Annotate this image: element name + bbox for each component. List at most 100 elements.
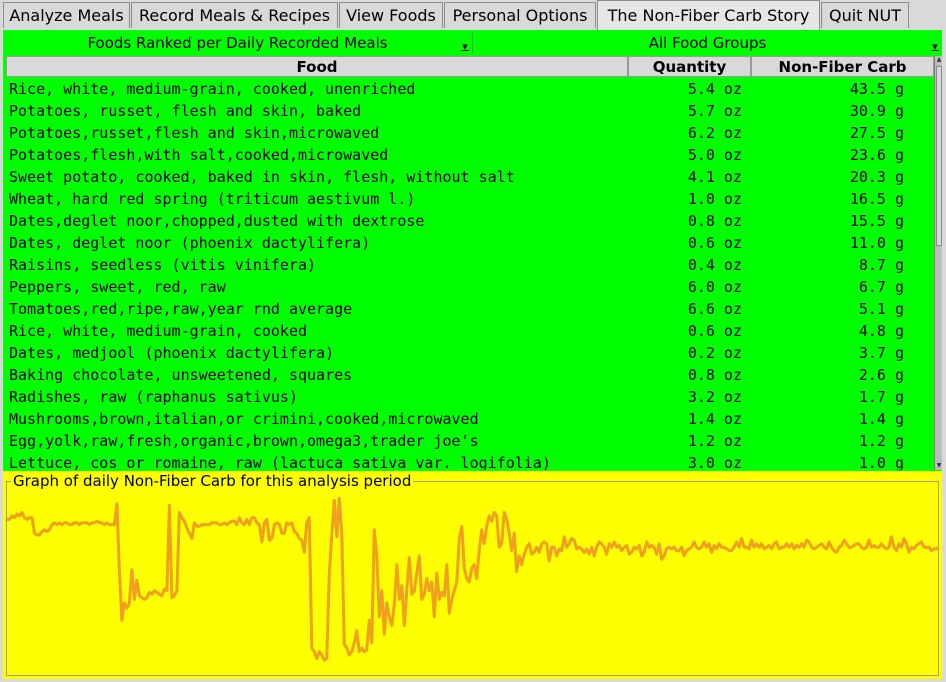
tab-label: Personal Options [452, 6, 588, 25]
food-table-body[interactable]: Rice, white, medium-grain, cooked, unenr… [6, 78, 934, 470]
carb-cell: 27.5 g [849, 124, 904, 142]
tab-view-foods[interactable]: View Foods [339, 2, 443, 28]
tab-analyze-meals[interactable]: Analyze Meals [3, 2, 130, 28]
table-row[interactable]: Radishes, raw (raphanus sativus) 3.2 oz 1.… [6, 386, 934, 408]
carb-cell: 1.7 g [858, 388, 904, 406]
quantity-cell: 4.1 oz [687, 168, 742, 186]
carb-cell: 11.0 g [849, 234, 904, 252]
food-ranking-panel: Foods Ranked per Daily Recorded Meals ▼ … [3, 30, 942, 471]
food-name-cell: Tomatoes,red,ripe,raw,year rnd average [9, 300, 353, 318]
food-name-cell: Mushrooms,brown,italian,or crimini,cooke… [9, 410, 479, 428]
table-row[interactable]: Rice, white, medium-grain, cooked 0.6 oz 4… [6, 320, 934, 342]
tab-non-fiber-carb-story[interactable]: The Non-Fiber Carb Story [597, 0, 820, 30]
table-row[interactable]: Sweet potato, cooked, baked in skin, fle… [6, 166, 934, 188]
quantity-cell: 6.6 oz [687, 300, 742, 318]
carb-line-graph [7, 497, 940, 662]
carb-cell: 4.8 g [858, 322, 904, 340]
quantity-cell: 5.0 oz [687, 146, 742, 164]
carb-cell: 3.7 g [858, 344, 904, 362]
carb-cell: 16.5 g [849, 190, 904, 208]
quantity-cell: 3.2 oz [687, 388, 742, 406]
tab-label: View Foods [346, 6, 436, 25]
carb-cell: 8.7 g [858, 256, 904, 274]
food-name-cell: Radishes, raw (raphanus sativus) [9, 388, 298, 406]
carb-cell: 43.5 g [849, 80, 904, 98]
carb-cell: 1.4 g [858, 410, 904, 428]
food-name-cell: Lettuce, cos or romaine, raw (lactuca sa… [9, 454, 551, 470]
table-row[interactable]: Potatoes,flesh,with salt,cooked,microwav… [6, 144, 934, 166]
table-row[interactable]: Lettuce, cos or romaine, raw (lactuca sa… [6, 452, 934, 470]
column-header-quantity[interactable]: Quantity [628, 56, 751, 77]
food-name-cell: Peppers, sweet, red, raw [9, 278, 226, 296]
table-row[interactable]: Potatoes, russet, flesh and skin, baked 5… [6, 100, 934, 122]
chevron-down-icon: ▼ [461, 43, 469, 51]
food-name-cell: Egg,yolk,raw,fresh,organic,brown,omega3,… [9, 432, 479, 450]
quantity-cell: 5.4 oz [687, 80, 742, 98]
table-row[interactable]: Rice, white, medium-grain, cooked, unenr… [6, 78, 934, 100]
quantity-cell: 0.6 oz [687, 322, 742, 340]
table-row[interactable]: Mushrooms,brown,italian,or crimini,cooke… [6, 408, 934, 430]
table-row[interactable]: Potatoes,russet,flesh and skin,microwave… [6, 122, 934, 144]
quantity-cell: 0.4 oz [687, 256, 742, 274]
carb-cell: 6.7 g [858, 278, 904, 296]
quantity-cell: 1.4 oz [687, 410, 742, 428]
carb-series-line [7, 497, 940, 662]
table-row[interactable]: Dates,deglet noor,chopped,dusted with de… [6, 210, 934, 232]
food-name-cell: Potatoes,flesh,with salt,cooked,microwav… [9, 146, 389, 164]
table-scrollbar[interactable]: ▲ ▼ [934, 56, 942, 470]
food-name-cell: Dates, deglet noor (phoenix dactylifera) [9, 234, 371, 252]
column-header-label: Food [296, 57, 338, 76]
carb-cell: 1.0 g [858, 454, 904, 470]
food-name-cell: Sweet potato, cooked, baked in skin, fle… [9, 168, 515, 186]
tab-quit-nut[interactable]: Quit NUT [821, 2, 909, 28]
tab-label: Record Meals & Recipes [138, 6, 331, 25]
table-row[interactable]: Wheat, hard red spring (triticum aestivu… [6, 188, 934, 210]
carb-cell: 15.5 g [849, 212, 904, 230]
quantity-cell: 1.2 oz [687, 432, 742, 450]
tab-personal-options[interactable]: Personal Options [444, 2, 596, 28]
quantity-cell: 1.0 oz [687, 190, 742, 208]
scroll-up-icon[interactable]: ▲ [935, 56, 943, 64]
food-name-cell: Dates,deglet noor,chopped,dusted with de… [9, 212, 425, 230]
food-name-cell: Raisins, seedless (vitis vinifera) [9, 256, 317, 274]
quantity-cell: 0.8 oz [687, 212, 742, 230]
tab-label: Quit NUT [829, 6, 901, 25]
food-group-select-value: All Food Groups [648, 34, 767, 52]
table-row[interactable]: Baking chocolate, unsweetened, squares 0.… [6, 364, 934, 386]
tab-label: The Non-Fiber Carb Story [607, 6, 810, 25]
carb-cell: 5.1 g [858, 300, 904, 318]
table-header: Food Quantity Non-Fiber Carb [6, 56, 934, 77]
carb-cell: 2.6 g [858, 366, 904, 384]
carb-cell: 1.2 g [858, 432, 904, 450]
food-name-cell: Dates, medjool (phoenix dactylifera) [9, 344, 335, 362]
table-row[interactable]: Raisins, seedless (vitis vinifera) 0.4 oz… [6, 254, 934, 276]
graph-title: Graph of daily Non-Fiber Carb for this a… [11, 472, 414, 490]
column-header-carb[interactable]: Non-Fiber Carb [751, 56, 934, 77]
carb-cell: 30.9 g [849, 102, 904, 120]
table-row[interactable]: Tomatoes,red,ripe,raw,year rnd average 6.… [6, 298, 934, 320]
quantity-cell: 5.7 oz [687, 102, 742, 120]
quantity-cell: 6.0 oz [687, 278, 742, 296]
food-name-cell: Wheat, hard red spring (triticum aestivu… [9, 190, 416, 208]
selector-bar: Foods Ranked per Daily Recorded Meals ▼ … [3, 30, 942, 56]
carb-cell: 20.3 g [849, 168, 904, 186]
food-group-select[interactable]: All Food Groups ▼ [473, 32, 942, 54]
food-name-cell: Potatoes,russet,flesh and skin,microwave… [9, 124, 380, 142]
quantity-cell: 0.2 oz [687, 344, 742, 362]
ranking-select-value: Foods Ranked per Daily Recorded Meals [87, 34, 388, 52]
quantity-cell: 0.8 oz [687, 366, 742, 384]
tab-record-meals[interactable]: Record Meals & Recipes [131, 2, 338, 28]
carb-cell: 23.6 g [849, 146, 904, 164]
scroll-down-icon[interactable]: ▼ [935, 462, 943, 470]
chevron-down-icon: ▼ [931, 43, 939, 51]
column-header-food[interactable]: Food [6, 56, 628, 77]
column-header-label: Quantity [652, 57, 727, 76]
scrollbar-thumb[interactable] [936, 66, 942, 246]
ranking-select[interactable]: Foods Ranked per Daily Recorded Meals ▼ [3, 32, 473, 54]
table-row[interactable]: Egg,yolk,raw,fresh,organic,brown,omega3,… [6, 430, 934, 452]
table-row[interactable]: Dates, medjool (phoenix dactylifera) 0.2 … [6, 342, 934, 364]
food-name-cell: Rice, white, medium-grain, cooked, unenr… [9, 80, 416, 98]
quantity-cell: 3.0 oz [687, 454, 742, 470]
table-row[interactable]: Dates, deglet noor (phoenix dactylifera)… [6, 232, 934, 254]
table-row[interactable]: Peppers, sweet, red, raw 6.0 oz 6.7 g [6, 276, 934, 298]
